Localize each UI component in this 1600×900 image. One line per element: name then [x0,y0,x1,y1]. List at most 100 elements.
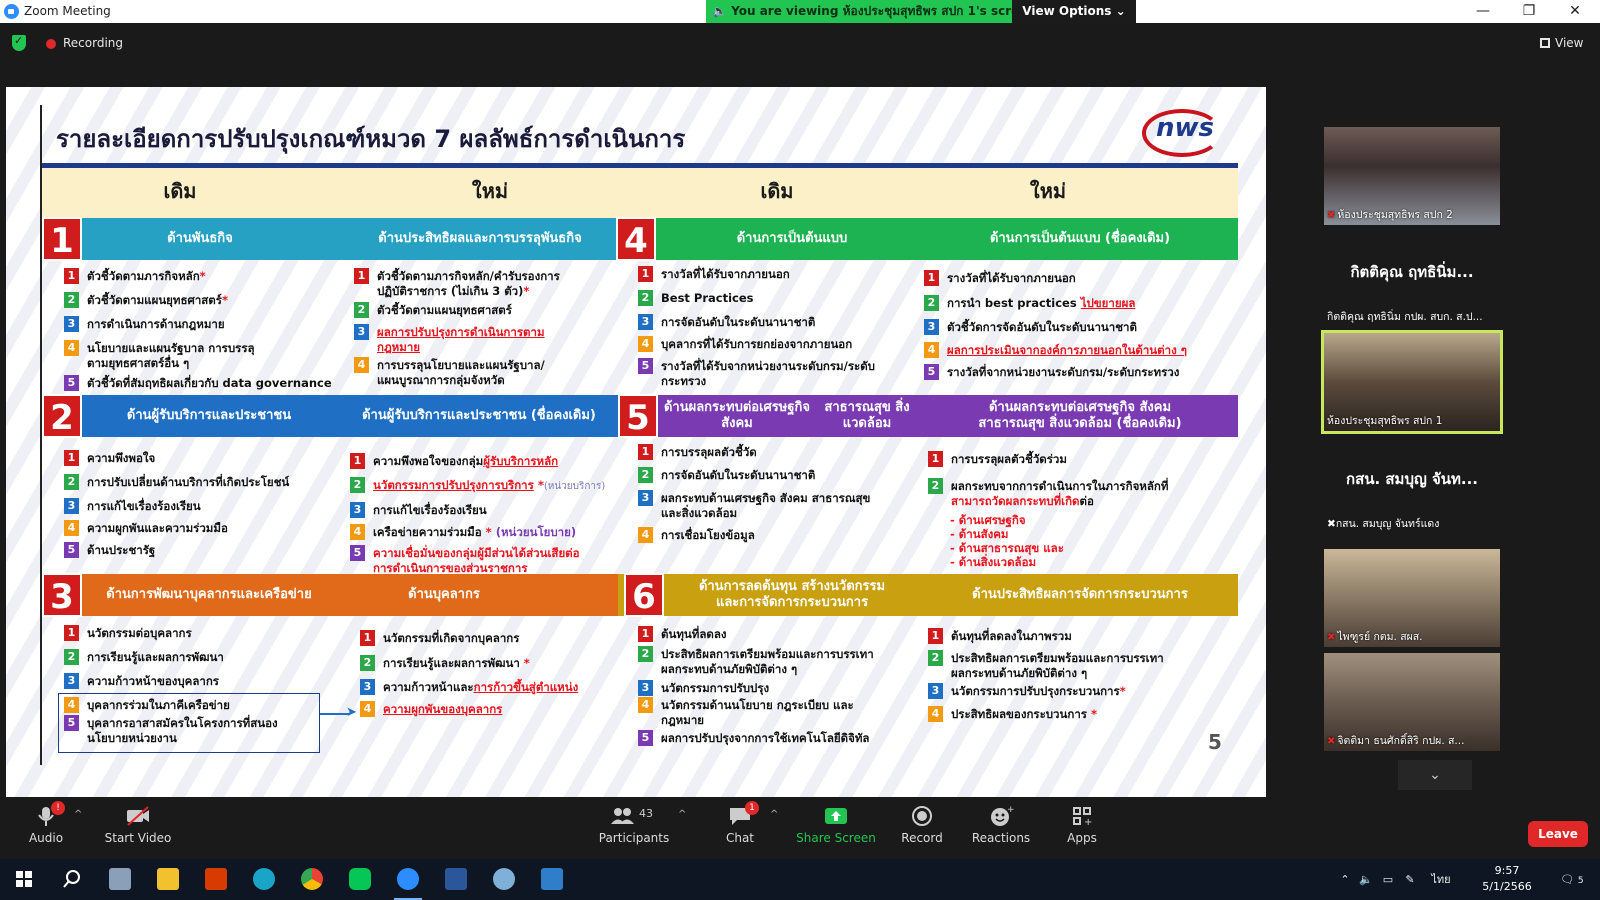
s5-old-item-4: 4 การเชื่อมโยงข้อมูล [638,527,755,543]
video-tile-4[interactable]: กสน. สมบุญ จันท... ✖กสน. สมบุญ จันทร์แดง [1324,437,1500,535]
slide: รายละเอียดการปรับปรุงเกณฑ์หมวด 7 ผลลัพธ์… [40,105,1238,767]
s3-old-item-2: 2 การเรียนรู้และผลการพัฒนา [64,649,224,665]
start-video-label: Start Video [104,831,172,845]
tile-caption-2: กิตติคุณ ฤทธินิ่ม กปผ. สบก. ส.ป... [1327,311,1483,323]
taskbar-zoom-icon[interactable] [384,859,432,900]
s4-new-item-4: 4 ผลการประเมินจากองค์การภายนอกในด้านต่าง … [924,342,1187,358]
tray-language[interactable]: ไทย [1424,859,1458,900]
tray-network-icon[interactable]: ▭ [1378,859,1398,900]
video-tile-3-active-speaker[interactable]: ห้องประชุมสุทธิพร สปก 1 [1321,330,1503,434]
participants-options-caret-icon[interactable]: ^ [678,809,686,820]
chat-icon: 1 [727,801,759,827]
taskbar-clock[interactable]: 9:57 5/1/2566 [1472,863,1542,895]
participants-button[interactable]: 43 Participants [596,797,672,859]
taskbar-photos-icon[interactable] [528,859,576,900]
share-screen-button[interactable]: Share Screen [796,797,876,859]
recording-icon [46,39,56,49]
s2-new-item-3: 3 การแก้ไขเรื่องร้องเรียน [350,502,487,518]
clock-date: 5/1/2566 [1482,880,1532,893]
s1-new-item-4: 4 การบรรลุนโยบายและแผนรัฐบาล/แผนบูรณาการก… [354,357,545,387]
logo-text: nws [1156,113,1215,143]
s1-old-item-5: 5 ตัวชี้วัดที่สัมฤทธิผลเกี่ยวกับ data gov… [64,375,332,391]
s4-old-item-3: 3 การจัดอันดับในระดับนานาชาติ [638,314,815,330]
s4-new-item-1: 1 รางวัลที่ได้รับจากภายนอก [924,270,1076,286]
shared-screen: รายละเอียดการปรับปรุงเกณฑ์หมวด 7 ผลลัพธ์… [6,87,1266,797]
view-label: View [1555,36,1584,50]
share-banner-text: You are viewing ห้องประชุมสุทธิพร สปก 1'… [731,4,1012,18]
s5-new-head: ด้านผลกระทบต่อเศรษฐกิจ สังคม สาธารณสุข สิ… [978,400,1182,431]
tray-volume-icon[interactable]: 🔈 [1356,859,1376,900]
video-tile-6[interactable]: ✖ จิตติมา ธนศักดิ์สิริ กปผ. ส... [1324,653,1500,751]
close-button[interactable]: ✕ [1552,0,1598,23]
s4-new-item-2: 2 การนำ best practices ไปขยายผล [924,295,1135,311]
taskbar-line-icon[interactable] [336,859,384,900]
s3-new-item-3: 3 ความก้าวหน้าและการก้าวขึ้นสู่ตำแหน่ง [360,679,578,695]
s3-old-item-3: 3 ความก้าวหน้าของบุคลากร [64,673,219,689]
s5-new-sub-3: - ด้านสาธารณสุข และ [950,541,1064,555]
taskbar-app-computer-icon[interactable] [96,859,144,900]
video-tile-1[interactable]: ✖ ห้องประชุมสุทธิพร สปก 2 [1324,127,1500,225]
s5-new-sub-2: - ด้านสังคม [950,527,1009,541]
col-head-new-2: ใหม่ [1029,179,1067,203]
start-video-button[interactable]: Start Video [100,797,176,859]
section-4-number: 4 [616,217,656,261]
section-5-number: 5 [618,394,658,438]
chat-button[interactable]: 1 Chat [712,797,768,859]
chat-options-caret-icon[interactable]: ^ [770,809,778,820]
s4-old-item-1: 1 รางวัลที่ได้รับจากภายนอก [638,266,790,282]
taskbar-chrome-icon[interactable] [288,859,336,900]
record-button[interactable]: Record [892,797,952,859]
record-icon [909,805,935,827]
taskbar-paint-icon[interactable] [480,859,528,900]
s4-old-item-4: 4 บุคลากรที่ได้รับการยกย่องจากภายนอก [638,336,852,352]
title-bar: Zoom Meeting 🔈 You are viewing ห้องประชุ… [0,0,1600,23]
s2-old-item-1: 1 ความพึงพอใจ [64,450,155,466]
tray-chevron-up-icon[interactable]: ⌃ [1336,859,1354,900]
maximize-button[interactable]: ❐ [1506,0,1552,23]
s4-new-head: ด้านการเป็นต้นแบบ (ชื่อคงเดิม) [989,231,1171,247]
notification-center-button[interactable]: 🗨 5 [1552,859,1592,900]
tile-caption-6: ✖ จิตติมา ธนศักดิ์สิริ กปผ. ส... [1327,735,1465,747]
s3-old-item-5: 5 บุคลากรอาสาสมัครในโครงการที่สนอง นโยบายห… [64,715,278,745]
apps-button[interactable]: + Apps [1054,797,1110,859]
tile-name-2: กิตติคุณ ฤทธินิ่ม... [1350,263,1474,281]
apps-label: Apps [1067,831,1097,845]
scroll-down-button[interactable]: ⌄ [1398,760,1472,790]
s2-old-item-2: 2 การปรับเปลี่ยนด้านบริการที่เกิดประโยชน์ [64,474,289,490]
minimize-button[interactable]: — [1460,0,1506,23]
audio-button[interactable]: ! Audio [20,797,72,859]
s3-new-item-2: 2 การเรียนรู้และผลการพัฒนา * [360,655,530,671]
s3-new-head: ด้านบุคลากร [408,587,480,603]
s6-new-item-3: 3 นวัตกรรมการปรับปรุงกระบวนการ* [928,683,1126,699]
tile-caption-1: ✖ ห้องประชุมสุทธิพร สปก 2 [1327,209,1453,221]
svg-text:+: + [1084,817,1092,827]
taskbar-file-explorer-icon[interactable] [144,859,192,900]
s5-new-item-1: 1 การบรรลุผลตัวชี้วัดร่วม [928,451,1067,467]
tray-pen-icon[interactable]: ✎ [1400,859,1420,900]
start-button[interactable] [0,859,48,900]
security-shield-icon[interactable] [12,34,26,51]
s1-old-head: ด้านพันธกิจ [167,231,233,247]
s6-new-head: ด้านประสิทธิผลการจัดการกระบวนการ [972,587,1188,603]
video-tile-2[interactable]: กิตติคุณ ฤทธินิ่ม... กิตติคุณ ฤทธินิ่ม ก… [1324,230,1500,328]
audio-options-caret-icon[interactable]: ^ [74,809,82,820]
s2-new-item-5: 5 ความเชื่อมั่นของกลุ่มผู้มีส่วนได้ส่วนเส… [350,545,580,575]
leave-button[interactable]: Leave [1528,821,1588,847]
taskbar-word-icon[interactable] [432,859,480,900]
taskbar-edge-icon[interactable] [240,859,288,900]
view-button[interactable]: View [1540,36,1583,50]
s3-new-item-4: 4 ความผูกพันของบุคลากร [360,701,502,717]
taskbar-office-icon[interactable] [192,859,240,900]
reactions-button[interactable]: + Reactions [966,797,1036,859]
microphone-icon: ! [33,801,65,827]
s1-old-item-4: 4 นโยบายและแผนรัฐบาล การบรรลุ ตามยุทธศาสตร… [64,340,255,370]
s2-new-head: ด้านผู้รับบริการและประชาชน (ชื่อคงเดิม) [362,408,596,424]
view-options-button[interactable]: View Options ⌄ [1012,0,1136,23]
participants-label: Participants [598,831,670,845]
meeting-toolbar: ! Audio ^ Start Video 43 Participants ^ … [0,797,1600,859]
s2-new-item-1: 1 ความพึงพอใจของกลุ่มผู้รับบริการหลัก [350,453,558,469]
reactions-label: Reactions [971,831,1031,845]
search-button[interactable] [48,859,96,900]
video-tile-5[interactable]: ✖ ไพฑูรย์ กตม. สผส. [1324,549,1500,647]
s4-new-item-5: 5 รางวัลที่จากหน่วยงานระดับกรม/ระดับกระทร… [924,364,1179,380]
